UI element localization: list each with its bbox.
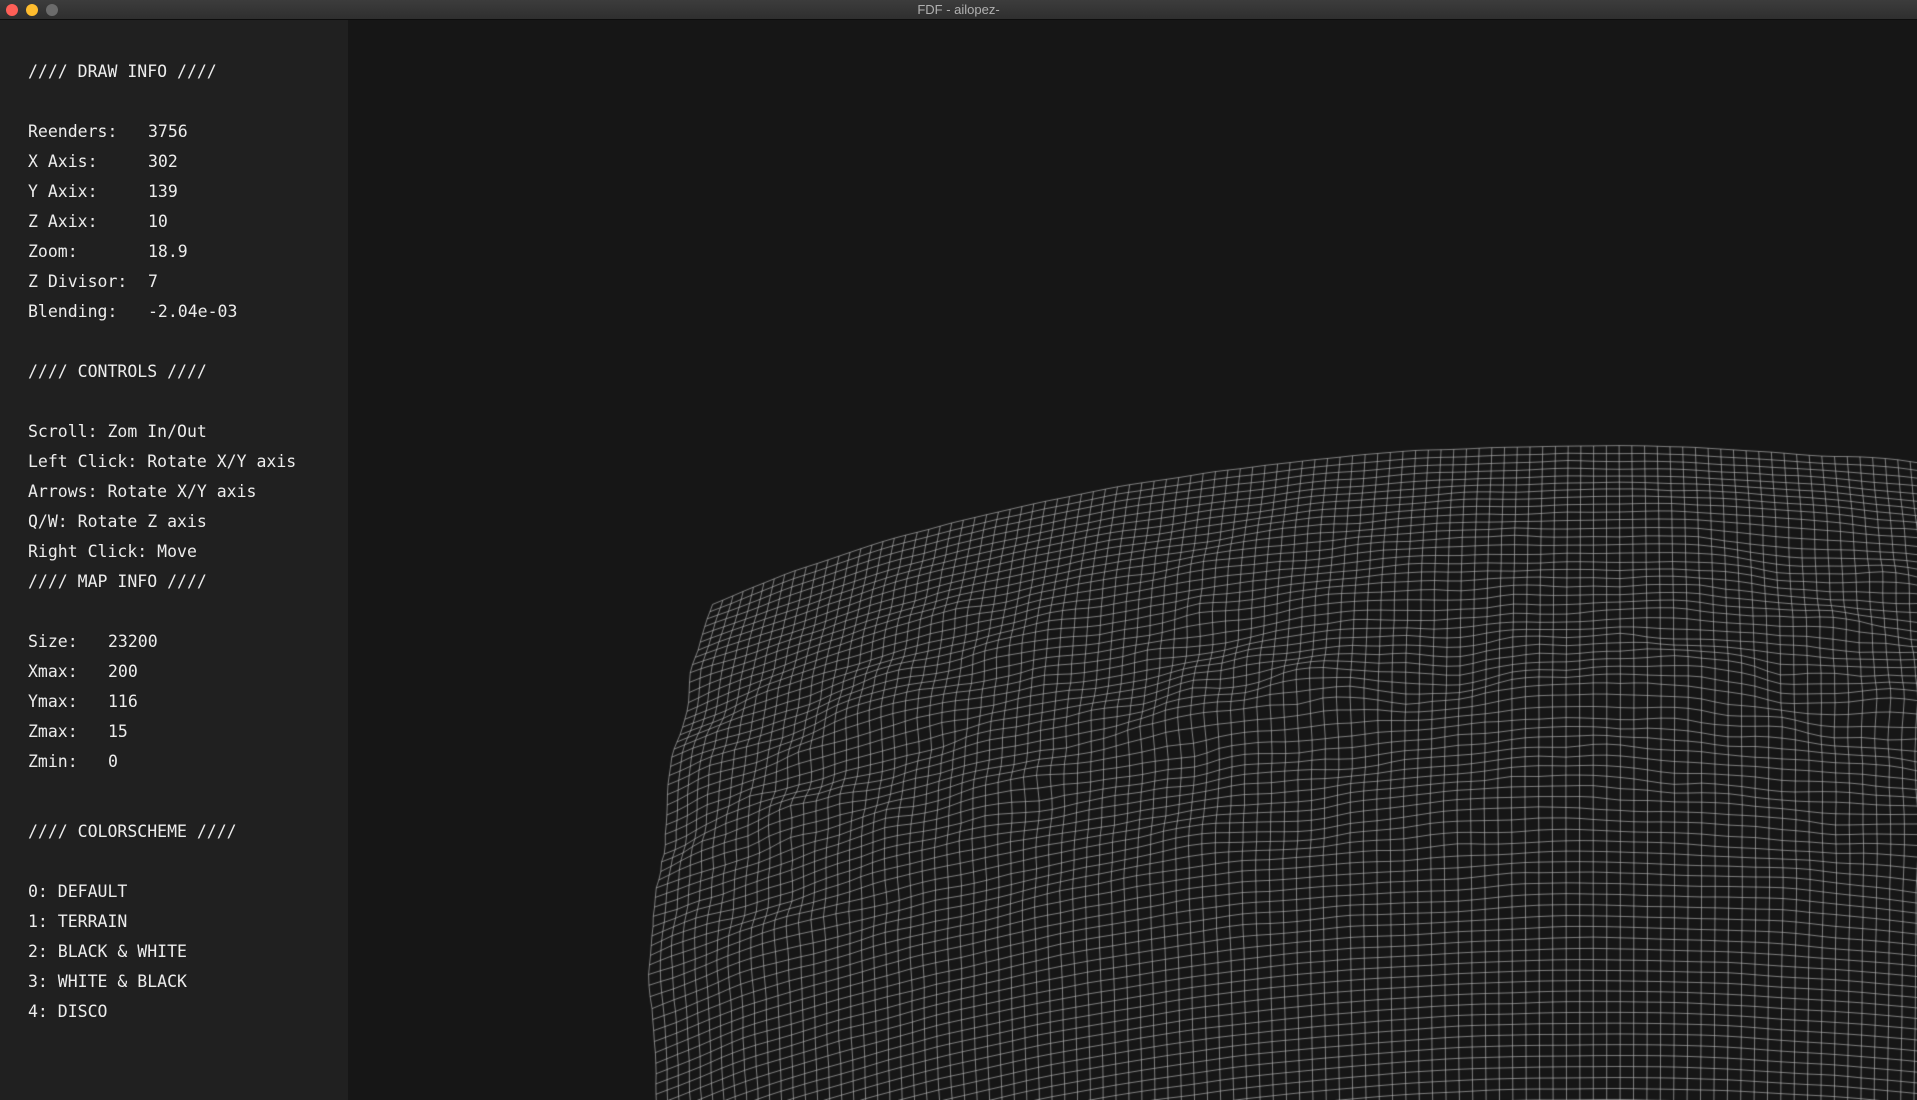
row-label: Ymax: [28, 692, 78, 711]
row-value: 0 [108, 752, 118, 771]
row-value: -2.04e-03 [148, 302, 238, 321]
map-info-row-xmax: Xmax: 200 [28, 662, 138, 682]
colorscheme-default: 0: DEFAULT [28, 882, 128, 901]
info-panel: //// DRAW INFO //// Reenders: 3756 X Axis… [0, 20, 348, 1100]
row-value: 7 [148, 272, 158, 291]
row-label: Xmax: [28, 662, 78, 681]
row-value: 116 [108, 692, 138, 711]
controls-heading: //// CONTROLS //// [28, 362, 207, 381]
row-label: Z Axix: [28, 212, 98, 231]
row-label: Zmax: [28, 722, 78, 741]
map-info-row-size: Size: 23200 [28, 632, 158, 652]
colorscheme-disco: 4: DISCO [28, 1002, 108, 1021]
colorscheme-black-white: 2: BLACK & WHITE [28, 942, 187, 961]
row-value: 10 [148, 212, 168, 231]
window-title: FDF - ailopez- [917, 2, 1000, 17]
row-value: 15 [108, 722, 128, 741]
control-q-w: Q/W: Rotate Z axis [28, 512, 207, 531]
draw-info-row-z-axis: Z Axix: 10 [28, 212, 168, 232]
fdf-window: FDF - ailopez- //// DRAW INFO //// Reend… [0, 0, 1917, 1100]
row-value: 23200 [108, 632, 158, 651]
draw-info-row-y-axis: Y Axix: 139 [28, 182, 178, 202]
title-bar[interactable]: FDF - ailopez- [0, 0, 1917, 20]
draw-info-row-reenders: Reenders: 3756 [28, 122, 188, 142]
row-label: Z Divisor: [28, 272, 128, 291]
row-label: Y Axix: [28, 182, 98, 201]
map-info-row-ymax: Ymax: 116 [28, 692, 138, 712]
row-label: Zmin: [28, 752, 78, 771]
map-info-row-zmax: Zmax: 15 [28, 722, 128, 742]
control-scroll: Scroll: Zom In/Out [28, 422, 207, 441]
row-value: 18.9 [148, 242, 188, 261]
row-label: Zoom: [28, 242, 78, 261]
draw-info-row-zoom: Zoom: 18.9 [28, 242, 188, 262]
colorscheme-terrain: 1: TERRAIN [28, 912, 128, 931]
control-left-click: Left Click: Rotate X/Y axis [28, 452, 297, 471]
row-value: 3756 [148, 122, 188, 141]
map-info-row-zmin: Zmin: 0 [28, 752, 118, 772]
row-label: X Axis: [28, 152, 98, 171]
row-label: Blending: [28, 302, 118, 321]
draw-info-row-blending: Blending: -2.04e-03 [28, 302, 237, 322]
colorscheme-white-black: 3: WHITE & BLACK [28, 972, 187, 991]
colorscheme-heading: //// COLORSCHEME //// [28, 822, 237, 841]
draw-info-heading: //// DRAW INFO //// [28, 62, 217, 81]
row-label: Size: [28, 632, 78, 651]
row-value: 302 [148, 152, 178, 171]
row-value: 200 [108, 662, 138, 681]
map-info-heading: //// MAP INFO //// [28, 572, 207, 591]
row-value: 139 [148, 182, 178, 201]
control-right-click: Right Click: Move [28, 542, 197, 561]
draw-info-row-x-axis: X Axis: 302 [28, 152, 178, 172]
control-arrows: Arrows: Rotate X/Y axis [28, 482, 257, 501]
row-label: Reenders: [28, 122, 118, 141]
draw-info-row-z-divisor: Z Divisor: 7 [28, 272, 158, 292]
